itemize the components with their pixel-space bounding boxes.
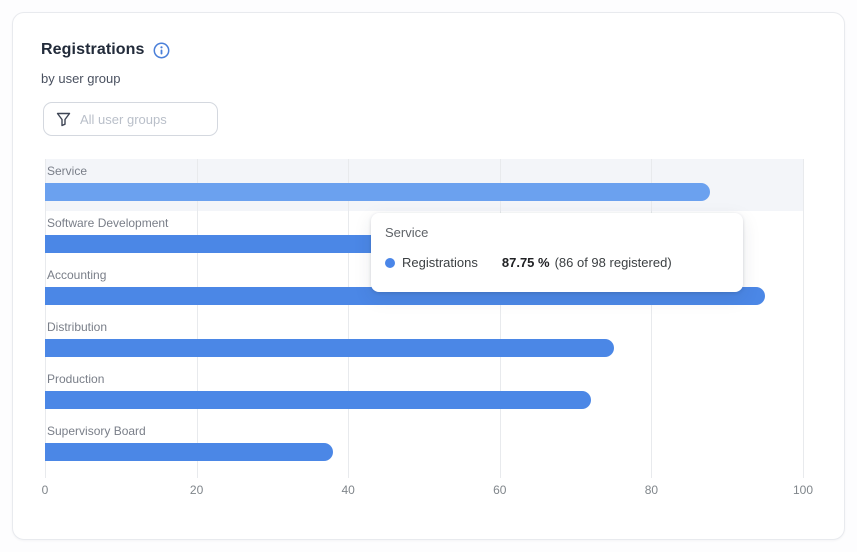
bar-chart-plot: Service Software Development Accounting Dis…: [45, 159, 803, 471]
x-tick-label: 100: [793, 483, 813, 497]
filter-placeholder: All user groups: [80, 112, 167, 127]
card-header: Registrations: [41, 41, 170, 59]
category-label: Supervisory Board: [47, 424, 146, 438]
category-label: Production: [47, 372, 104, 386]
x-tick-label: 40: [342, 483, 355, 497]
tooltip-detail: (86 of 98 registered): [555, 255, 672, 270]
category-label: Software Development: [47, 216, 168, 230]
x-tick-label: 80: [645, 483, 658, 497]
registrations-card: Registrations by user group All user gro…: [12, 12, 845, 540]
tooltip-series-label: Registrations: [402, 255, 478, 270]
x-tick-label: 20: [190, 483, 203, 497]
series-dot-icon: [385, 258, 395, 268]
x-tick-label: 60: [493, 483, 506, 497]
chart-row-content: Service: [45, 159, 803, 211]
page-title: Registrations: [41, 41, 145, 59]
gridline: [803, 159, 804, 478]
tooltip-value: 87.75 %: [502, 255, 550, 270]
registrations-bar[interactable]: [45, 443, 333, 461]
x-axis: 020406080100: [45, 483, 803, 499]
user-group-filter[interactable]: All user groups: [43, 102, 218, 136]
chart-row-content: Distribution: [45, 315, 803, 367]
chart-row-content: Supervisory Board: [45, 419, 803, 471]
category-label: Service: [47, 164, 87, 178]
tooltip-title: Service: [385, 225, 729, 240]
chart-row-content: Production: [45, 367, 803, 419]
category-label: Accounting: [47, 268, 106, 282]
card-subtitle: by user group: [41, 71, 121, 86]
registrations-bar[interactable]: [45, 391, 591, 409]
info-icon[interactable]: [153, 42, 170, 59]
tooltip-row: Registrations 87.75 % (86 of 98 register…: [385, 255, 729, 270]
x-tick-label: 0: [42, 483, 49, 497]
funnel-icon: [56, 112, 71, 127]
registrations-bar[interactable]: [45, 339, 614, 357]
registrations-bar[interactable]: [45, 183, 710, 201]
category-label: Distribution: [47, 320, 107, 334]
chart-tooltip: Service Registrations 87.75 % (86 of 98 …: [371, 213, 743, 292]
